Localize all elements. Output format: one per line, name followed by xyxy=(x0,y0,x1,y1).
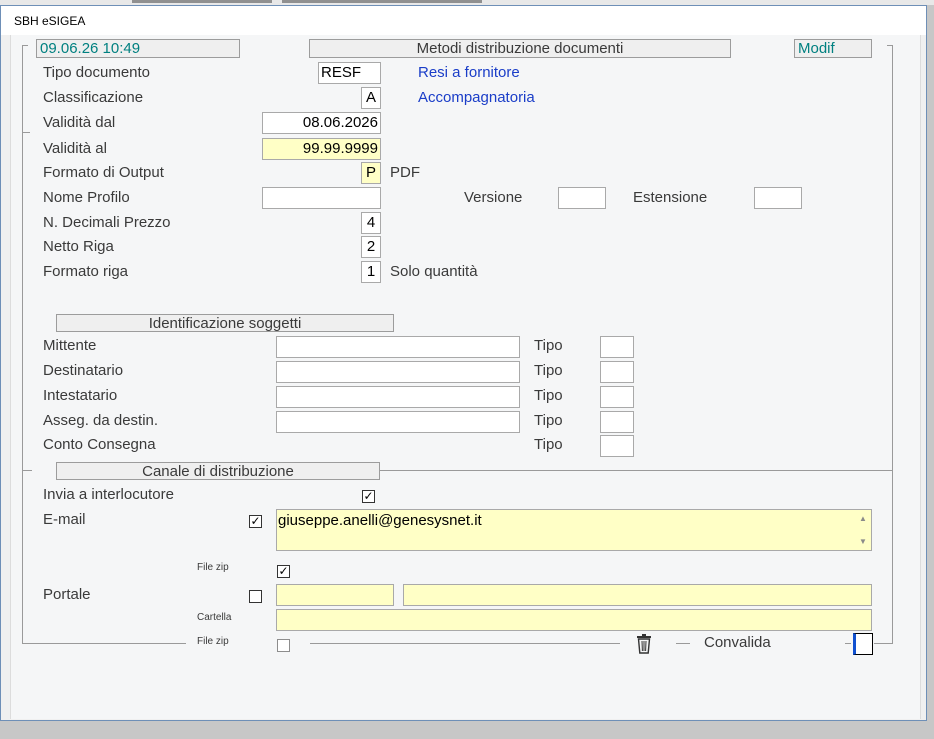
cartella-field[interactable] xyxy=(276,609,872,631)
tipo-documento-field[interactable]: RESF xyxy=(318,62,381,84)
email-field[interactable]: giuseppe.anelli@genesysnet.it ▲ ▼ xyxy=(276,509,872,551)
classificazione-field[interactable]: A xyxy=(361,87,381,109)
portale-zip-checkbox[interactable] xyxy=(277,639,290,652)
asseg-destin-tipo-label: Tipo xyxy=(534,412,563,429)
tipo-documento-description: Resi a fornitore xyxy=(418,64,520,81)
email-value: giuseppe.anelli@genesysnet.it xyxy=(278,512,482,529)
netto-riga-field[interactable]: 2 xyxy=(361,236,381,258)
email-label: E-mail xyxy=(43,511,86,528)
frame-line xyxy=(676,643,690,644)
frame-line xyxy=(22,45,23,643)
convalida-label: Convalida xyxy=(704,634,771,651)
frame-line xyxy=(22,643,186,644)
destinatario-tipo-label: Tipo xyxy=(534,362,563,379)
formato-output-field[interactable]: P xyxy=(361,162,381,184)
title-bar[interactable]: SBH eSIGEA xyxy=(1,6,926,35)
mode-indicator: Modif xyxy=(794,39,872,58)
scroll-up-icon[interactable]: ▲ xyxy=(859,514,867,523)
formato-riga-description: Solo quantità xyxy=(390,263,478,280)
intestatario-tipo-label: Tipo xyxy=(534,387,563,404)
mittente-field[interactable] xyxy=(276,336,520,358)
frame-line xyxy=(310,643,620,644)
versione-field[interactable] xyxy=(558,187,606,209)
soggetti-section-title: Identificazione soggetti xyxy=(56,314,394,332)
intestatario-field[interactable] xyxy=(276,386,520,408)
window-title: SBH eSIGEA xyxy=(14,14,86,28)
conto-consegna-label: Conto Consegna xyxy=(43,436,156,453)
classificazione-label: Classificazione xyxy=(43,89,144,106)
nome-profilo-label: Nome Profilo xyxy=(43,189,130,206)
netto-riga-label: Netto Riga xyxy=(43,238,114,255)
convalida-button[interactable] xyxy=(853,633,873,655)
portale-label: Portale xyxy=(43,586,91,603)
scroll-down-icon[interactable]: ▼ xyxy=(859,537,867,546)
frame-line xyxy=(380,470,892,471)
destinatario-field[interactable] xyxy=(276,361,520,383)
estensione-field[interactable] xyxy=(754,187,802,209)
destinatario-label: Destinatario xyxy=(43,362,124,379)
trash-icon[interactable] xyxy=(636,634,652,654)
formato-output-label: Formato di Output xyxy=(43,164,164,181)
frame-line xyxy=(845,643,851,644)
formato-riga-field[interactable]: 1 xyxy=(361,261,381,283)
datetime-display: 09.06.26 10:49 xyxy=(36,39,240,58)
versione-label: Versione xyxy=(464,189,523,206)
tipo-documento-label: Tipo documento xyxy=(43,64,151,81)
mittente-tipo-field[interactable] xyxy=(600,336,634,358)
frame-line xyxy=(22,470,32,471)
classificazione-description: Accompagnatoria xyxy=(418,89,535,106)
mittente-tipo-label: Tipo xyxy=(534,337,563,354)
portale-field-1[interactable] xyxy=(276,584,394,606)
section-title: Metodi distribuzione documenti xyxy=(309,39,731,58)
email-checkbox[interactable]: ✓ xyxy=(249,515,262,528)
frame-line xyxy=(892,45,893,643)
formato-riga-label: Formato riga xyxy=(43,263,129,280)
asseg-destin-tipo-field[interactable] xyxy=(600,411,634,433)
conto-consegna-tipo-field[interactable] xyxy=(600,435,634,457)
formato-output-description: PDF xyxy=(390,164,420,181)
intestatario-label: Intestatario xyxy=(43,387,118,404)
invia-interlocutore-checkbox[interactable]: ✓ xyxy=(362,490,375,503)
frame-line xyxy=(874,643,893,644)
asseg-destin-label: Asseg. da destin. xyxy=(43,412,159,429)
decimali-prezzo-label: N. Decimali Prezzo xyxy=(43,214,171,231)
validita-dal-field[interactable]: 08.06.2026 xyxy=(262,112,381,134)
portale-checkbox[interactable] xyxy=(249,590,262,603)
estensione-label: Estensione xyxy=(633,189,708,206)
destinatario-tipo-field[interactable] xyxy=(600,361,634,383)
nome-profilo-field[interactable] xyxy=(262,187,381,209)
canale-section-title: Canale di distribuzione xyxy=(56,462,380,480)
asseg-destin-field[interactable] xyxy=(276,411,520,433)
conto-consegna-tipo-label: Tipo xyxy=(534,436,563,453)
validita-al-label: Validità al xyxy=(43,140,107,157)
mittente-label: Mittente xyxy=(43,337,97,354)
email-zip-label: File zip xyxy=(197,562,229,573)
intestatario-tipo-field[interactable] xyxy=(600,386,634,408)
email-zip-checkbox[interactable]: ✓ xyxy=(277,565,290,578)
cartella-label: Cartella xyxy=(197,612,232,623)
validita-dal-label: Validità dal xyxy=(43,114,116,131)
portale-zip-label: File zip xyxy=(197,636,229,647)
validita-al-field[interactable]: 99.99.9999 xyxy=(262,138,381,160)
invia-interlocutore-label: Invia a interlocutore xyxy=(43,486,174,503)
portale-field-2[interactable] xyxy=(403,584,872,606)
decimali-prezzo-field[interactable]: 4 xyxy=(361,212,381,234)
frame-line xyxy=(22,132,30,133)
